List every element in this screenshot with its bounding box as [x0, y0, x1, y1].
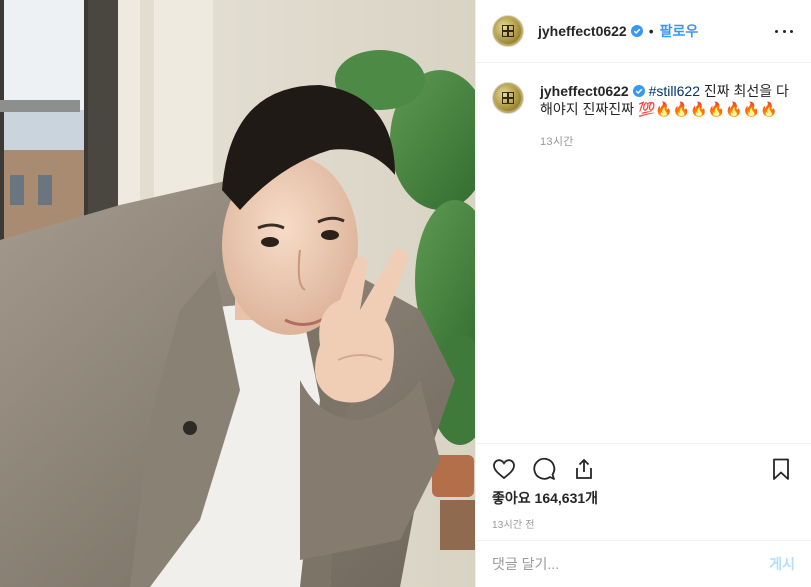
post-comment-button[interactable]: 게시: [769, 554, 795, 574]
comment-input[interactable]: [492, 556, 770, 572]
verified-badge-icon: [630, 25, 643, 37]
caption-hashtag[interactable]: #still622: [649, 83, 700, 99]
comment-icon[interactable]: [532, 457, 556, 481]
instagram-post: jyheffect0622 • 팔로우 jyheffect0622 #still…: [0, 0, 811, 587]
follow-button[interactable]: 팔로우: [660, 21, 699, 41]
separator-dot: •: [648, 23, 654, 39]
post-timestamp[interactable]: 13시간 전: [492, 516, 795, 531]
like-count[interactable]: 좋아요 164,631개: [492, 488, 795, 508]
heart-icon[interactable]: [492, 457, 516, 481]
avatar[interactable]: [492, 15, 524, 47]
selfie-image: [0, 0, 475, 587]
comment-list: jyheffect0622 #still622 진짜 최선을 다해야지 진짜진짜…: [476, 64, 811, 443]
caption-comment: jyheffect0622 #still622 진짜 최선을 다해야지 진짜진짜…: [492, 82, 795, 151]
caption-username[interactable]: jyheffect0622: [540, 83, 629, 99]
caption-avatar[interactable]: [492, 82, 524, 114]
post-photo[interactable]: [0, 0, 475, 587]
share-icon[interactable]: [572, 457, 596, 481]
post-side-panel: jyheffect0622 • 팔로우 jyheffect0622 #still…: [475, 0, 811, 587]
caption-time: 13시간: [540, 136, 574, 148]
add-comment-bar: 게시: [476, 540, 811, 587]
caption-body: jyheffect0622 #still622 진짜 최선을 다해야지 진짜진짜…: [540, 82, 795, 151]
post-header: jyheffect0622 • 팔로우: [476, 0, 811, 63]
action-bar: [492, 444, 795, 494]
more-options-icon[interactable]: [773, 23, 795, 39]
post-actions-section: 좋아요 164,631개 13시간 전: [476, 443, 811, 531]
verified-badge-icon: [632, 85, 645, 97]
bookmark-icon[interactable]: [769, 457, 793, 481]
header-username[interactable]: jyheffect0622: [538, 23, 627, 39]
